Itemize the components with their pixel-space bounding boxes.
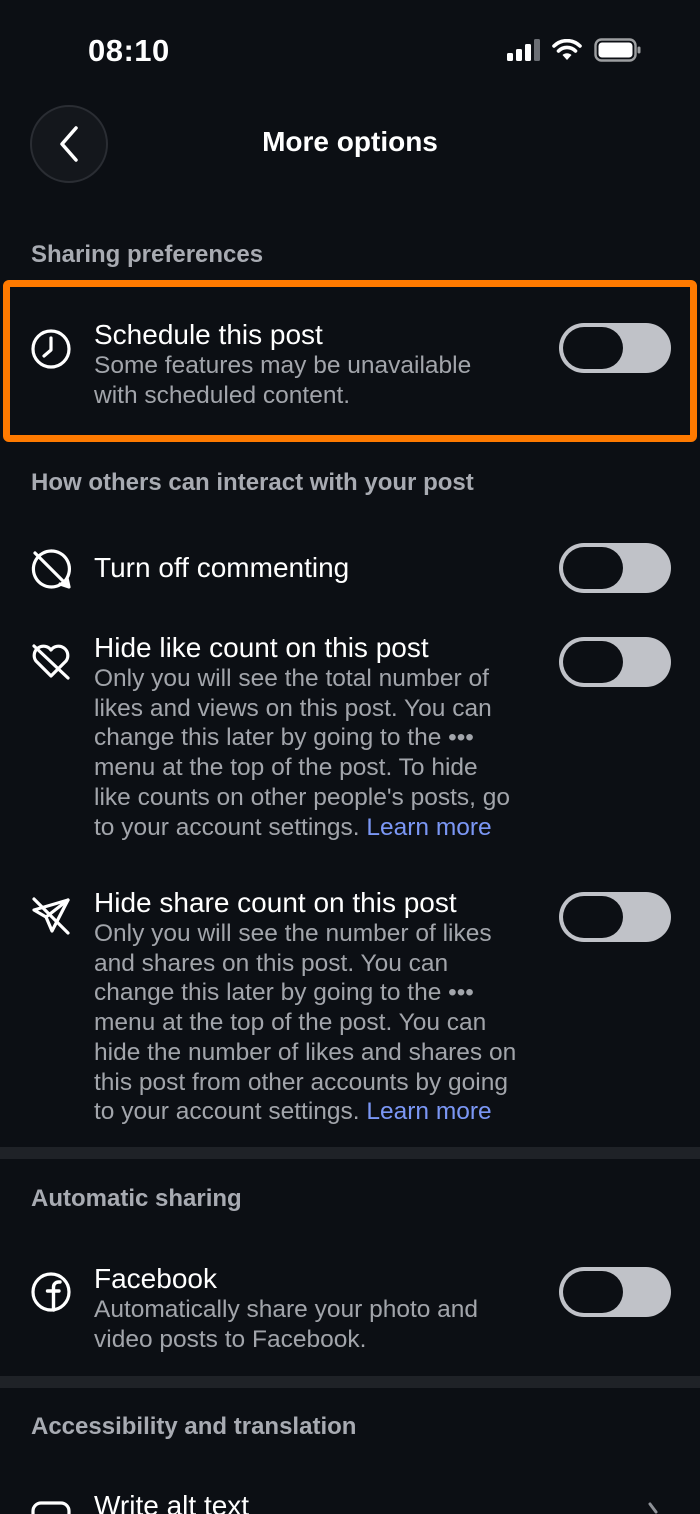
share-desc-line: change this later by going to the ••• — [94, 979, 474, 1007]
battery-icon — [594, 38, 641, 62]
facebook-toggle[interactable] — [559, 1267, 671, 1317]
section-divider — [0, 1147, 700, 1159]
share-desc-line: hide the number of likes and shares on — [94, 1038, 517, 1066]
chevron-right-icon — [648, 1502, 658, 1514]
like-desc-line: to your account settings. Learn more — [94, 813, 544, 843]
signal-icon — [507, 39, 540, 61]
section-header-interact: How others can interact with your post — [31, 469, 474, 496]
like-count-title: Hide like count on this post — [94, 632, 429, 663]
section-header-auto-sharing: Automatic sharing — [31, 1185, 242, 1212]
commenting-row[interactable]: Turn off commenting — [0, 530, 700, 610]
facebook-title: Facebook — [94, 1263, 217, 1294]
like-desc-line: menu at the top of the post. To hide — [94, 754, 478, 782]
section-divider — [0, 1376, 700, 1388]
facebook-desc-line: video posts to Facebook. — [94, 1325, 367, 1353]
toggle-knob — [563, 896, 623, 938]
share-desc-text: to your account settings. — [94, 1098, 367, 1126]
toggle-knob — [563, 547, 623, 589]
status-icons — [507, 38, 642, 62]
facebook-desc-line: Automatically share your photo and — [94, 1296, 479, 1323]
share-desc-line: Only you will see the number of likes — [94, 920, 492, 947]
like-count-description: Only you will see the total number of li… — [94, 664, 544, 842]
wifi-icon — [552, 39, 582, 60]
like-desc-text: to your account settings. — [94, 813, 367, 841]
share-desc-line: and shares on this post. You can — [94, 949, 449, 977]
section-header-accessibility: Accessibility and translation — [31, 1413, 357, 1440]
status-bar: 08:10 — [0, 0, 700, 100]
facebook-description: Automatically share your photo and video… — [94, 1295, 544, 1354]
share-count-title: Hide share count on this post — [94, 887, 457, 918]
comment-off-icon — [31, 549, 71, 589]
share-desc-line: this post from other accounts by going — [94, 1068, 508, 1096]
share-off-icon — [32, 897, 70, 935]
toggle-knob — [563, 1271, 623, 1313]
learn-more-link[interactable]: Learn more — [366, 814, 491, 841]
toggle-knob — [563, 641, 623, 683]
share-count-toggle[interactable] — [559, 892, 671, 942]
like-desc-line: change this later by going to the ••• — [94, 724, 474, 752]
section-header-sharing: Sharing preferences — [31, 241, 264, 268]
image-icon — [31, 1501, 71, 1514]
heart-off-icon — [32, 644, 70, 680]
share-count-description: Only you will see the number of likes an… — [94, 919, 544, 1127]
like-desc-line: like counts on other people's posts, go — [94, 783, 510, 811]
screen: 08:10 More options Sharing preferences S… — [0, 0, 700, 1514]
like-count-row[interactable]: Hide like count on this post Only you wi… — [0, 630, 700, 855]
like-count-toggle[interactable] — [559, 637, 671, 687]
page-title: More options — [262, 126, 438, 157]
status-time: 08:10 — [88, 33, 170, 68]
facebook-icon — [31, 1272, 71, 1312]
like-desc-line: likes and views on this post. You can — [94, 694, 492, 722]
commenting-toggle[interactable] — [559, 543, 671, 593]
alt-text-row[interactable]: Write alt text — [0, 1480, 700, 1514]
share-count-row[interactable]: Hide share count on this post Only you w… — [0, 885, 700, 1135]
commenting-title: Turn off commenting — [94, 552, 350, 583]
share-desc-line: to your account settings. Learn more — [94, 1097, 544, 1127]
alt-text-title: Write alt text — [94, 1490, 250, 1514]
facebook-row[interactable]: Facebook Automatically share your photo … — [0, 1260, 700, 1360]
share-desc-line: menu at the top of the post. You can — [94, 1009, 487, 1037]
highlight-box — [3, 280, 697, 442]
learn-more-link[interactable]: Learn more — [366, 1098, 491, 1125]
like-desc-line: Only you will see the total number of — [94, 665, 489, 692]
